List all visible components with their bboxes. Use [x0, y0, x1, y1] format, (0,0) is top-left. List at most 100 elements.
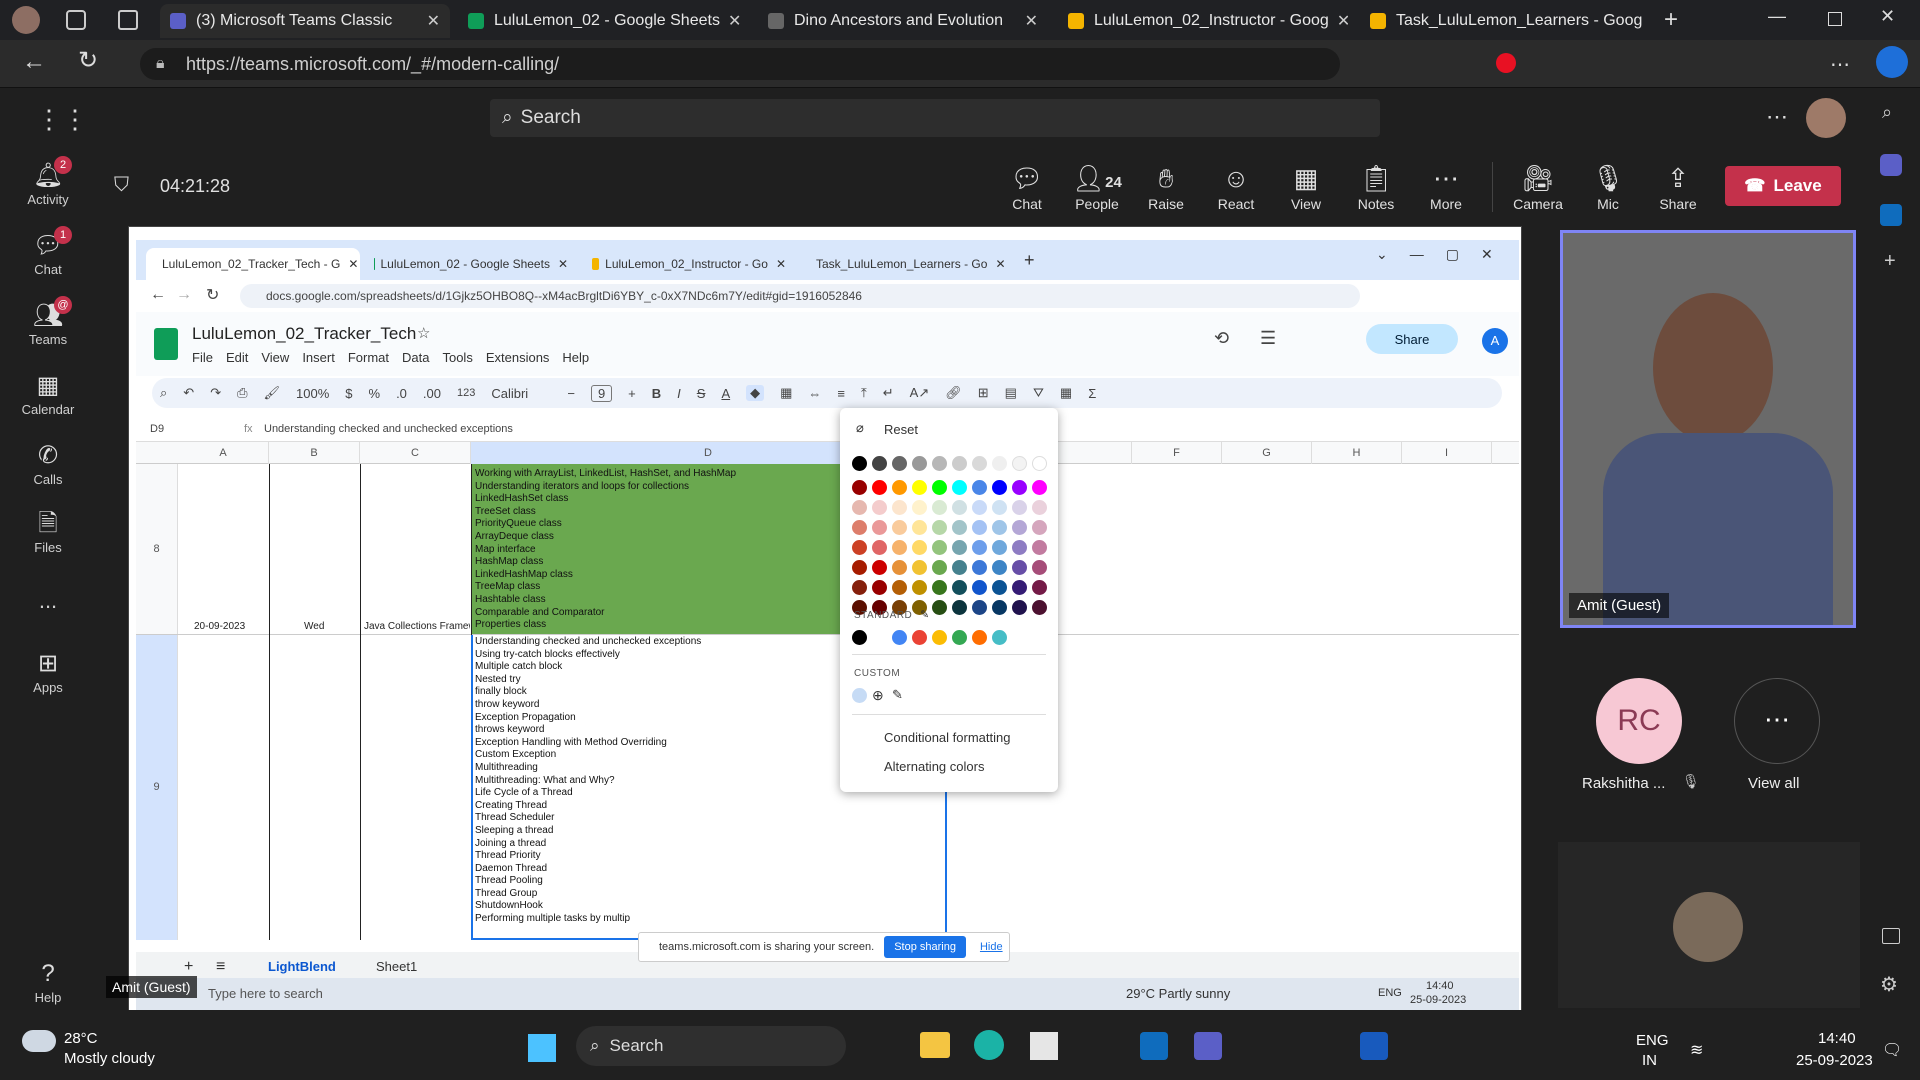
rail-item-more[interactable]: ... — [0, 588, 96, 614]
strikethrough-icon[interactable]: S — [697, 386, 706, 401]
cell-c8[interactable]: Java Collections Framew — [364, 621, 470, 632]
search-input[interactable]: ⌕ Search — [490, 99, 1380, 137]
rail-item-calendar[interactable]: ▦ Calendar — [0, 370, 96, 417]
row-header[interactable]: 8 — [136, 464, 178, 634]
share-button[interactable]: Share — [1366, 324, 1458, 354]
increase-decimal-button[interactable]: .00 — [423, 386, 441, 401]
color-swatch[interactable] — [992, 600, 1007, 615]
outlook-icon[interactable] — [1880, 204, 1902, 226]
color-swatch[interactable] — [1012, 520, 1027, 535]
view-all-button[interactable]: ⋯ — [1734, 678, 1820, 764]
raise-button[interactable]: ✋︎ Raise — [1135, 160, 1197, 212]
weather-temp[interactable]: 28°C — [64, 1030, 98, 1047]
color-swatch[interactable] — [992, 540, 1007, 555]
refresh-icon[interactable]: ↻ — [78, 46, 98, 75]
clock-date[interactable]: 25-09-2023 — [1796, 1052, 1873, 1069]
font-select[interactable]: Calibri — [491, 386, 551, 401]
close-icon[interactable]: ✕ — [776, 257, 786, 271]
format-button[interactable]: 123 — [457, 387, 475, 399]
color-swatch[interactable] — [912, 560, 927, 575]
back-icon[interactable]: ← — [150, 286, 166, 304]
standard-swatch[interactable] — [932, 630, 947, 645]
color-swatch[interactable] — [992, 520, 1007, 535]
search-field[interactable]: Type here to search — [208, 986, 323, 1001]
close-icon[interactable]: ✕ — [558, 257, 568, 271]
chart-icon[interactable]: ▤ — [1005, 385, 1017, 401]
color-swatch[interactable] — [912, 540, 927, 555]
people-button[interactable]: 👤︎24 People — [1066, 160, 1128, 212]
react-button[interactable]: ☺ React — [1205, 160, 1267, 212]
new-tab-icon[interactable]: + — [1664, 6, 1678, 34]
color-swatch[interactable] — [1012, 600, 1027, 615]
mic-button[interactable]: 🎙︎ Mic — [1577, 160, 1639, 212]
color-swatch[interactable] — [992, 480, 1007, 495]
all-sheets-icon[interactable]: ≡ — [216, 958, 225, 976]
chrome-tab[interactable]: LuluLemon_02_Instructor - Go ✕ — [582, 248, 796, 280]
camera-button[interactable]: 🎥︎ Camera — [1507, 160, 1569, 212]
forward-icon[interactable]: → — [176, 286, 192, 304]
formula-input[interactable]: Understanding checked and unchecked exce… — [264, 423, 513, 435]
extensions-icon[interactable] — [1496, 53, 1516, 73]
menu-item[interactable]: Edit — [226, 350, 248, 365]
rail-item-apps[interactable]: ⊞ Apps — [0, 648, 96, 695]
weather-desc[interactable]: Mostly cloudy — [64, 1050, 155, 1067]
color-swatch[interactable] — [1032, 600, 1047, 615]
color-swatch[interactable] — [912, 500, 927, 515]
decrease-size-icon[interactable]: − — [567, 386, 575, 401]
standard-swatch[interactable] — [852, 630, 867, 645]
add-custom-icon[interactable]: ⊕ — [872, 687, 884, 704]
valign-icon[interactable]: ⤒ — [861, 385, 867, 401]
color-swatch[interactable] — [932, 560, 947, 575]
rail-item-help[interactable]: ? Help — [0, 958, 96, 1005]
color-swatch[interactable] — [1012, 480, 1027, 495]
color-swatch[interactable] — [1012, 456, 1027, 471]
color-swatch[interactable] — [1032, 520, 1047, 535]
color-swatch[interactable] — [1032, 500, 1047, 515]
functions-icon[interactable]: Σ — [1088, 386, 1096, 401]
share-button[interactable]: ⇪ Share — [1647, 160, 1709, 212]
close-icon[interactable]: ✕ — [1642, 11, 1650, 31]
color-swatch[interactable] — [952, 520, 967, 535]
stop-sharing-button[interactable]: Stop sharing — [884, 936, 966, 958]
color-swatch[interactable] — [992, 580, 1007, 595]
more-icon[interactable]: ⋯ — [1766, 104, 1788, 130]
close-window-icon[interactable]: ✕ — [1880, 6, 1895, 27]
sheet-tab-active[interactable]: LightBlend — [268, 959, 336, 974]
chrome-url-field[interactable]: docs.google.com/spreadsheets/d/1Gjkz5OHB… — [240, 284, 1360, 308]
color-swatch[interactable] — [912, 480, 927, 495]
color-swatch[interactable] — [852, 580, 867, 595]
rail-item-calls[interactable]: ✆ Calls — [0, 440, 96, 487]
color-swatch[interactable] — [892, 456, 907, 471]
custom-swatch[interactable] — [852, 688, 867, 703]
lang-1[interactable]: ENG — [1636, 1032, 1669, 1049]
back-icon[interactable]: ← — [22, 48, 46, 76]
chat-button[interactable]: 💬︎ Chat — [996, 160, 1058, 212]
merge-icon[interactable]: ⇔ — [808, 386, 821, 401]
color-swatch[interactable] — [952, 600, 967, 615]
color-swatch[interactable] — [872, 480, 887, 495]
alternating-colors-option[interactable]: Alternating colors — [884, 759, 984, 774]
standard-swatch[interactable] — [892, 630, 907, 645]
color-swatch[interactable] — [872, 540, 887, 555]
name-box[interactable]: D9 — [150, 423, 164, 435]
standard-swatch[interactable] — [872, 630, 887, 645]
column-header[interactable]: H — [1312, 442, 1402, 464]
view-button[interactable]: ▦ View — [1275, 160, 1337, 212]
workspaces-icon[interactable] — [66, 10, 86, 30]
color-swatch[interactable] — [992, 560, 1007, 575]
filter-views-icon[interactable]: ▦ — [1060, 385, 1072, 401]
browser-tab[interactable]: LuluLemon_02_Instructor - Goog ✕ — [1058, 4, 1348, 38]
color-swatch[interactable] — [972, 456, 987, 471]
chrome-tab[interactable]: LuluLemon_02_Tracker_Tech - G ✕ — [146, 248, 360, 280]
wrap-icon[interactable]: ↵ — [883, 385, 894, 401]
color-swatch[interactable] — [972, 560, 987, 575]
avatar[interactable]: A — [1482, 328, 1508, 354]
close-icon[interactable]: ✕ — [995, 257, 1005, 271]
column-header[interactable]: C — [360, 442, 471, 464]
close-icon[interactable]: ✕ — [1329, 11, 1348, 31]
close-icon[interactable]: ✕ — [720, 11, 741, 31]
chrome-tab[interactable]: LuluLemon_02 - Google Sheets ✕ — [364, 248, 578, 280]
comment-icon[interactable]: ☰ — [1260, 328, 1276, 349]
rail-item-chat[interactable]: 💬︎ 1 Chat — [0, 226, 96, 277]
font-size-input[interactable]: 9 — [590, 384, 613, 402]
